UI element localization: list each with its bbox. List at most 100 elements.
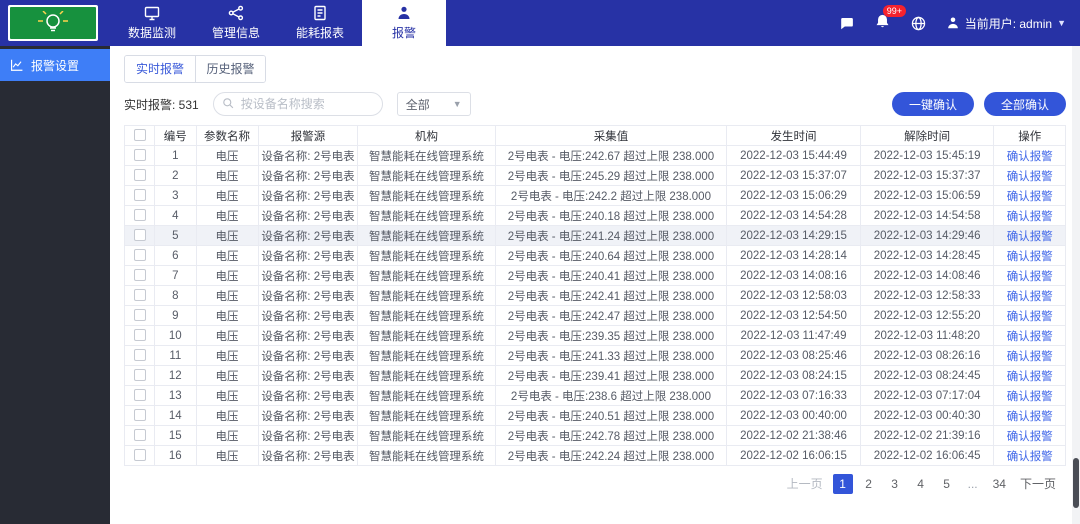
- nav-item-energy-report[interactable]: 能耗报表: [278, 0, 362, 46]
- next-page-button[interactable]: 下一页: [1016, 474, 1060, 494]
- cell-cleared: 2022-12-03 15:45:19: [859, 145, 995, 166]
- page-button[interactable]: 2: [859, 474, 879, 494]
- filter-select[interactable]: 全部 ▼: [396, 92, 471, 116]
- row-checkbox[interactable]: [133, 149, 146, 162]
- column-header: 机构: [357, 125, 496, 146]
- nav-item-management-info[interactable]: 管理信息: [194, 0, 278, 46]
- cell-org: 智慧能耗在线管理系统: [357, 345, 496, 366]
- confirm-alarm-link[interactable]: 确认报警: [1007, 331, 1053, 343]
- cell-org: 智慧能耗在线管理系统: [357, 305, 496, 326]
- confirm-selected-button[interactable]: 一键确认: [891, 92, 974, 116]
- confirm-alarm-link[interactable]: 确认报警: [1007, 371, 1053, 383]
- cell-param: 电压: [195, 325, 259, 346]
- confirm-alarm-link[interactable]: 确认报警: [1007, 251, 1053, 263]
- cell-id: 3: [154, 185, 197, 206]
- confirm-alarm-link[interactable]: 确认报警: [1007, 151, 1053, 163]
- confirm-alarm-link[interactable]: 确认报警: [1007, 291, 1053, 303]
- cell-value: 2号电表 - 电压:240.51 超过上限 238.000: [494, 405, 728, 426]
- cell-param: 电压: [195, 425, 259, 446]
- cell-param: 电压: [195, 385, 259, 406]
- select-all-checkbox[interactable]: [133, 129, 146, 142]
- row-checkbox-cell: [123, 445, 156, 466]
- table-row: 1 电压 设备名称: 2号电表 智慧能耗在线管理系统 2号电表 - 电压:242.67 …: [123, 145, 1066, 166]
- nav-item-alarm[interactable]: 报警: [362, 0, 446, 46]
- cell-occurred: 2022-12-03 12:54:50: [726, 305, 861, 326]
- cell-value: 2号电表 - 电压:240.64 超过上限 238.000: [494, 245, 728, 266]
- table-row: 4 电压 设备名称: 2号电表 智慧能耗在线管理系统 2号电表 - 电压:240.18 …: [123, 205, 1066, 226]
- cell-param: 电压: [195, 345, 259, 366]
- page-button[interactable]: 3: [885, 474, 905, 494]
- realtime-alarm-count: 实时报警: 531: [124, 97, 199, 112]
- confirm-alarm-link[interactable]: 确认报警: [1007, 191, 1053, 203]
- page-button[interactable]: 5: [937, 474, 957, 494]
- scrollbar[interactable]: [1072, 46, 1080, 524]
- confirm-alarm-link[interactable]: 确认报警: [1007, 431, 1053, 443]
- row-checkbox[interactable]: [133, 189, 146, 202]
- confirm-alarm-link[interactable]: 确认报警: [1007, 211, 1053, 223]
- row-checkbox[interactable]: [133, 289, 146, 302]
- confirm-alarm-link[interactable]: 确认报警: [1007, 171, 1053, 183]
- page-button[interactable]: 1: [832, 474, 853, 494]
- cell-value: 2号电表 - 电压:242.78 超过上限 238.000: [494, 425, 728, 446]
- cell-cleared: 2022-12-03 14:54:58: [859, 205, 995, 226]
- row-checkbox[interactable]: [133, 329, 146, 342]
- prev-page-button[interactable]: 上一页: [783, 474, 827, 494]
- globe-icon[interactable]: [910, 15, 927, 32]
- nav-item-data-monitor[interactable]: 数据监测: [110, 0, 194, 46]
- row-action-cell: 确认报警: [993, 445, 1066, 466]
- row-checkbox[interactable]: [133, 449, 146, 462]
- row-checkbox[interactable]: [133, 229, 146, 242]
- filter-select-value: 全部: [405, 97, 430, 112]
- row-checkbox[interactable]: [133, 249, 146, 262]
- table-header-row: 编号 参数名称 报警源 机构 采集值 发生时间 解除时间 操作: [123, 125, 1066, 146]
- cell-param: 电压: [195, 165, 259, 186]
- confirm-alarm-link[interactable]: 确认报警: [1007, 391, 1053, 403]
- scrollbar-thumb[interactable]: [1073, 458, 1079, 508]
- row-checkbox[interactable]: [133, 209, 146, 222]
- search-input[interactable]: [212, 92, 383, 116]
- confirm-alarm-link[interactable]: 确认报警: [1007, 231, 1053, 243]
- cell-source: 设备名称: 2号电表: [257, 305, 359, 326]
- row-checkbox[interactable]: [133, 349, 146, 362]
- row-checkbox[interactable]: [133, 409, 146, 422]
- row-checkbox[interactable]: [133, 389, 146, 402]
- cell-org: 智慧能耗在线管理系统: [357, 425, 496, 446]
- confirm-alarm-link[interactable]: 确认报警: [1007, 311, 1053, 323]
- pagination-pages: 1 2 3 4 5... 34: [832, 474, 1010, 494]
- row-checkbox[interactable]: [133, 269, 146, 282]
- cell-param: 电压: [195, 245, 259, 266]
- cell-value: 2号电表 - 电压:240.18 超过上限 238.000: [494, 205, 728, 226]
- chat-icon[interactable]: [838, 15, 855, 32]
- row-action-cell: 确认报警: [993, 145, 1066, 166]
- column-header: 编号: [154, 125, 197, 146]
- page-button[interactable]: 4: [911, 474, 931, 494]
- row-action-cell: 确认报警: [993, 345, 1066, 366]
- bulb-logo-icon: [38, 11, 68, 32]
- current-user-menu[interactable]: 当前用户: admin ▼: [946, 15, 1066, 32]
- cell-param: 电压: [195, 205, 259, 226]
- page-button[interactable]: 34: [989, 474, 1010, 494]
- cell-source: 设备名称: 2号电表: [257, 285, 359, 306]
- row-checkbox[interactable]: [133, 169, 146, 182]
- row-checkbox[interactable]: [133, 309, 146, 322]
- share-icon: [228, 5, 244, 21]
- row-checkbox[interactable]: [133, 369, 146, 382]
- cell-org: 智慧能耗在线管理系统: [357, 245, 496, 266]
- confirm-alarm-link[interactable]: 确认报警: [1007, 451, 1053, 463]
- cell-cleared: 2022-12-03 14:08:46: [859, 265, 995, 286]
- sidebar-item-alarm-settings[interactable]: 报警设置: [0, 49, 110, 81]
- notification-bell[interactable]: 99+: [874, 5, 906, 33]
- tab-realtime-alarm[interactable]: 实时报警: [125, 56, 195, 82]
- cell-org: 智慧能耗在线管理系统: [357, 325, 496, 346]
- cell-cleared: 2022-12-03 00:40:30: [859, 405, 995, 426]
- row-checkbox-cell: [123, 425, 156, 446]
- cell-source: 设备名称: 2号电表: [257, 365, 359, 386]
- confirm-alarm-link[interactable]: 确认报警: [1007, 271, 1053, 283]
- tab-history-alarm[interactable]: 历史报警: [195, 56, 265, 82]
- confirm-all-button[interactable]: 全部确认: [983, 92, 1066, 116]
- cell-occurred: 2022-12-03 15:06:29: [726, 185, 861, 206]
- confirm-alarm-link[interactable]: 确认报警: [1007, 411, 1053, 423]
- confirm-alarm-link[interactable]: 确认报警: [1007, 351, 1053, 363]
- row-checkbox[interactable]: [133, 429, 146, 442]
- row-checkbox-cell: [123, 305, 156, 326]
